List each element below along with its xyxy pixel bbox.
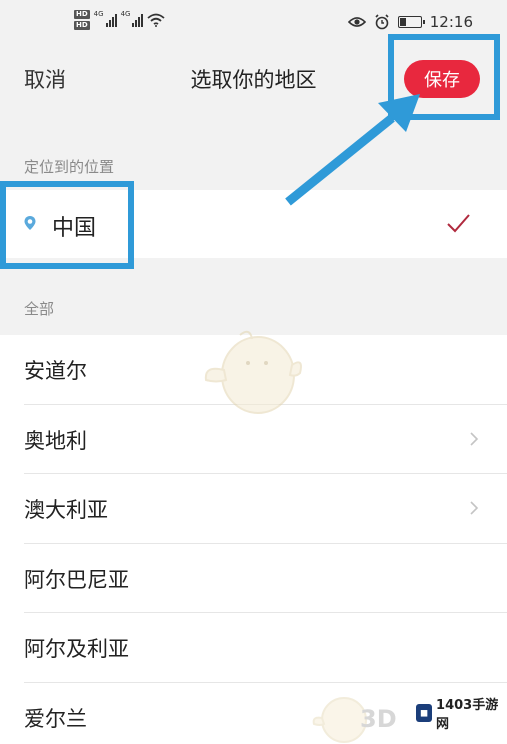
battery-icon xyxy=(397,16,425,28)
country-list-item[interactable]: 澳大利亚 xyxy=(24,474,507,544)
country-name: 爱尔兰 xyxy=(24,706,87,731)
alarm-icon xyxy=(375,14,389,30)
checkmark-icon xyxy=(447,214,470,233)
status-time: 12:16 xyxy=(429,13,473,31)
mascot-watermark xyxy=(204,330,302,414)
annotation-box-save xyxy=(388,34,500,120)
signal-icon xyxy=(105,13,117,27)
country-list-item[interactable]: 阿尔巴尼亚 xyxy=(24,544,507,613)
wifi-icon xyxy=(147,13,166,27)
annotation-box-location xyxy=(0,181,134,269)
network-type: 4G xyxy=(120,10,131,18)
country-list-item[interactable]: 阿尔及利亚 xyxy=(24,613,507,683)
country-name: 安道尔 xyxy=(24,359,87,383)
hd-badge: HD xyxy=(74,21,90,30)
battery-fill xyxy=(399,18,407,26)
status-right: 12:16 xyxy=(347,13,473,31)
watermark-brand-text: 1403手游网 xyxy=(436,698,499,732)
watermark-brand: ◼ 1403手游网 xyxy=(412,692,507,734)
all-section-label: 全部 xyxy=(24,300,55,318)
country-name: 澳大利亚 xyxy=(24,498,108,522)
status-left: HD HD 4G 4G xyxy=(74,10,166,30)
hd-badge: HD xyxy=(74,10,90,19)
country-name: 阿尔及利亚 xyxy=(24,637,129,661)
country-name: 阿尔巴尼亚 xyxy=(24,567,129,592)
network-type: 4G xyxy=(93,10,104,18)
country-name: 奥地利 xyxy=(24,428,87,453)
watermark-logo-icon: ◼ xyxy=(416,704,433,722)
located-section-label: 定位到的位置 xyxy=(24,158,115,176)
watermark-3d: 3D xyxy=(360,705,397,733)
chevron-right-icon xyxy=(470,431,479,446)
signal-icon xyxy=(132,13,144,27)
chevron-right-icon xyxy=(470,501,479,515)
eye-icon xyxy=(347,17,366,27)
